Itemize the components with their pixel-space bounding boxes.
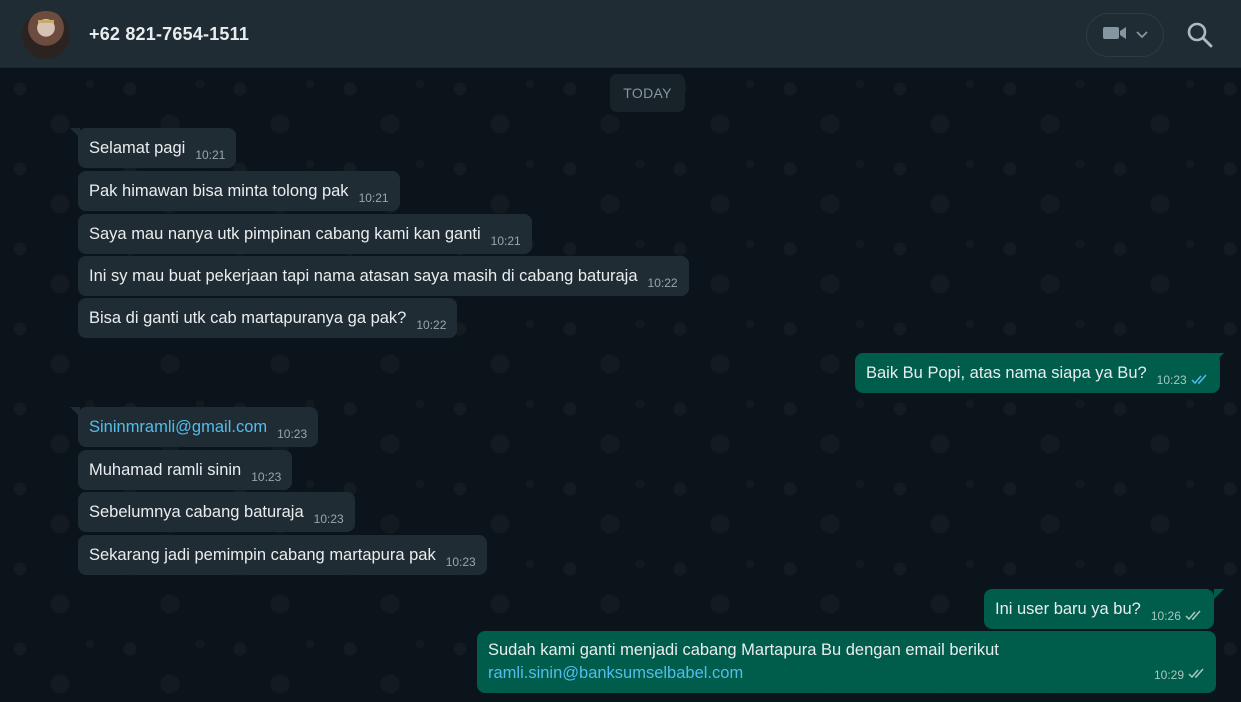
message-text: Muhamad ramli sinin: [89, 460, 242, 479]
video-call-button[interactable]: [1086, 13, 1164, 57]
chat-area[interactable]: TODAY Selamat pagi 10:21 Pak himawan bis…: [0, 69, 1241, 702]
contact-avatar[interactable]: [22, 11, 70, 59]
message-incoming[interactable]: Bisa di ganti utk cab martapuranya ga pa…: [78, 298, 458, 338]
email-link[interactable]: Sininmramli@gmail.com: [89, 418, 267, 437]
message-incoming[interactable]: Sekarang jadi pemimpin cabang martapura …: [78, 535, 487, 575]
message-incoming[interactable]: Muhamad ramli sinin 10:23: [78, 450, 293, 490]
double-check-icon: [1188, 664, 1206, 687]
avatar-crown-decoration: [38, 15, 54, 23]
message-time: 10:21: [490, 234, 521, 248]
message-time: 10:22: [647, 276, 678, 290]
message-incoming[interactable]: Selamat pagi 10:21: [78, 128, 237, 168]
message-time: 10:22: [416, 318, 447, 332]
chevron-down-icon: [1136, 26, 1148, 44]
message-meta: 10:29: [1154, 664, 1206, 687]
message-time: 10:23: [445, 555, 476, 569]
message-text: Sekarang jadi pemimpin cabang martapura …: [89, 545, 436, 564]
message-text: Sudah kami ganti menjadi cabang Martapur…: [488, 641, 999, 659]
message-text: Baik Bu Popi, atas nama siapa ya Bu?: [866, 363, 1147, 382]
message-time: 10:29: [1153, 668, 1184, 682]
message-text: Ini user baru ya bu?: [995, 599, 1141, 618]
message-time: 10:23: [1156, 373, 1187, 387]
message-text: Sebelumnya cabang baturaja: [89, 502, 304, 521]
message-incoming[interactable]: Pak himawan bisa minta tolong pak 10:21: [78, 171, 400, 211]
message-outgoing[interactable]: Ini user baru ya bu? 10:26: [984, 589, 1214, 629]
message-time: 10:23: [251, 470, 282, 484]
message-outgoing[interactable]: Baik Bu Popi, atas nama siapa ya Bu? 10:…: [855, 353, 1220, 393]
message-incoming[interactable]: Saya mau nanya utk pimpinan cabang kami …: [78, 214, 532, 254]
message-time: 10:26: [1150, 609, 1181, 623]
message-incoming[interactable]: Sebelumnya cabang baturaja 10:23: [78, 492, 355, 532]
message-time: 10:23: [313, 512, 344, 526]
message-time: 10:21: [195, 148, 226, 162]
message-text: Selamat pagi: [89, 138, 186, 157]
bubble-tail: [1214, 589, 1224, 599]
double-check-icon: [1191, 371, 1209, 390]
double-check-icon: [1185, 607, 1203, 626]
video-call-icon: [1102, 25, 1128, 46]
message-text: Ini sy mau buat pekerjaan tapi nama atas…: [89, 266, 638, 285]
message-incoming[interactable]: Ini sy mau buat pekerjaan tapi nama atas…: [78, 256, 689, 296]
email-link[interactable]: ramli.sinin@banksumselbabel.com: [488, 662, 1205, 685]
message-text: Pak himawan bisa minta tolong pak: [89, 181, 349, 200]
day-separator: TODAY: [610, 74, 685, 112]
message-outgoing[interactable]: Sudah kami ganti menjadi cabang Martapur…: [477, 631, 1216, 693]
chat-header: +62 821-7654-1511: [0, 0, 1241, 68]
search-button[interactable]: [1185, 20, 1215, 50]
message-time: 10:21: [358, 191, 389, 205]
message-text: Bisa di ganti utk cab martapuranya ga pa…: [89, 308, 407, 327]
message-time: 10:23: [277, 427, 308, 441]
bubble-tail: [1214, 353, 1224, 363]
contact-name[interactable]: +62 821-7654-1511: [89, 24, 249, 45]
search-icon: [1185, 22, 1215, 54]
message-text: Saya mau nanya utk pimpinan cabang kami …: [89, 224, 481, 243]
message-incoming[interactable]: Sininmramli@gmail.com 10:23: [78, 407, 319, 447]
